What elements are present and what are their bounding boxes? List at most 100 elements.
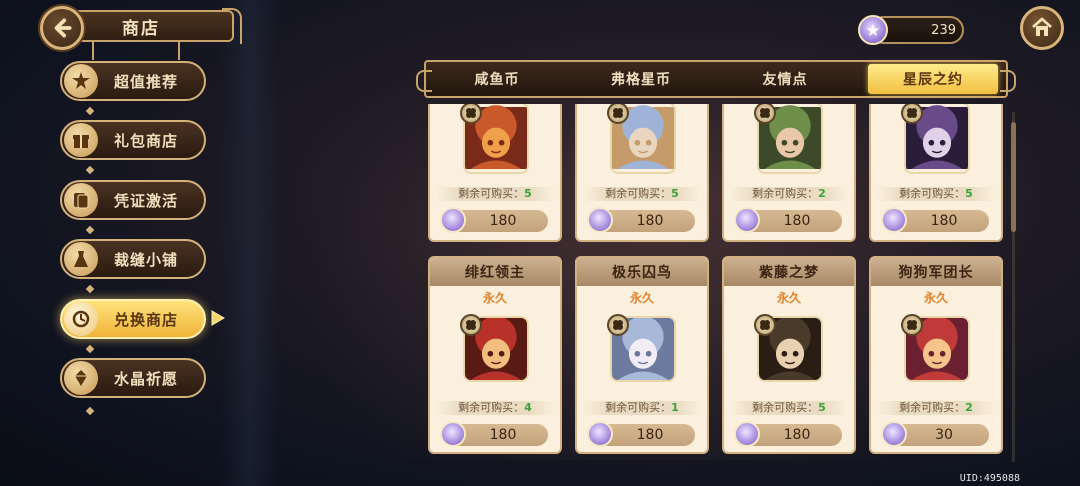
clover-icon xyxy=(613,108,623,118)
item-duration: 永久 xyxy=(776,291,801,305)
nav-item-6[interactable]: 水晶祈愿 xyxy=(60,358,206,398)
price-value: 180 xyxy=(783,427,811,443)
star-coin-icon xyxy=(587,207,613,233)
price-value: 180 xyxy=(489,427,517,443)
nav-item-2[interactable]: 礼包商店 xyxy=(60,120,206,160)
scrollbar-thumb[interactable] xyxy=(1011,122,1016,232)
item-name: 狗狗军团长 xyxy=(871,258,1001,286)
price-button[interactable]: 180 xyxy=(734,207,842,233)
price-button[interactable]: 180 xyxy=(734,421,842,447)
exchange-icon xyxy=(64,302,98,336)
remaining-count: 剩余可购买：5 xyxy=(730,401,848,415)
nav-item-label: 兑换商店 xyxy=(114,310,179,329)
star-coin-icon xyxy=(858,15,888,45)
star-burst-icon xyxy=(64,64,98,98)
item-duration: 永久 xyxy=(482,291,507,305)
clover-icon xyxy=(466,320,476,330)
nav-item-label: 水晶祈愿 xyxy=(114,369,179,388)
price-value: 180 xyxy=(783,213,811,229)
page-title: 商店 xyxy=(122,18,160,39)
remaining-count: 剩余可购买：5 xyxy=(583,187,701,201)
gift-box-icon xyxy=(64,123,98,157)
price-value: 180 xyxy=(636,427,664,443)
page-title-plate: 商店 xyxy=(74,10,234,42)
divider-diamond xyxy=(85,165,95,175)
price-button[interactable]: 30 xyxy=(881,421,989,447)
arrow-left-icon xyxy=(54,18,72,38)
clover-icon xyxy=(613,320,623,330)
star-coin-icon xyxy=(587,421,613,447)
price-button[interactable]: 180 xyxy=(587,207,695,233)
remaining-count: 剩余可购买：2 xyxy=(730,187,848,201)
price-button[interactable]: 180 xyxy=(587,421,695,447)
nav-item-label: 凭证激活 xyxy=(114,191,179,210)
item-name: 紫藤之梦 xyxy=(724,258,854,286)
rarity-badge xyxy=(460,314,482,336)
crystal-icon xyxy=(64,361,98,395)
shop-item-card[interactable]: 剩余可购买：5 180 xyxy=(428,104,562,242)
clover-icon xyxy=(907,108,917,118)
tab-3[interactable]: 友情点 xyxy=(720,64,850,94)
shop-item-card[interactable]: 剩余可购买：2 180 xyxy=(722,104,856,242)
divider-diamond xyxy=(85,406,95,416)
chain-ornament xyxy=(92,40,94,60)
remaining-count: 剩余可购买：2 xyxy=(877,401,995,415)
shop-item-card[interactable]: 狗狗军团长永久剩余可购买：2 30 xyxy=(869,256,1003,454)
price-value: 30 xyxy=(935,427,953,443)
price-value: 180 xyxy=(636,213,664,229)
star-coin-icon xyxy=(440,421,466,447)
divider-diamond xyxy=(85,344,95,354)
price-value: 180 xyxy=(930,213,958,229)
price-button[interactable]: 180 xyxy=(440,207,548,233)
nav-item-label: 礼包商店 xyxy=(114,131,179,150)
remaining-count: 剩余可购买：1 xyxy=(583,401,701,415)
nav-item-label: 裁缝小铺 xyxy=(114,250,179,269)
shop-item-card[interactable]: 剩余可购买：5 180 xyxy=(575,104,709,242)
shop-item-card[interactable]: 紫藤之梦永久剩余可购买：5 180 xyxy=(722,256,856,454)
divider-diamond xyxy=(85,106,95,116)
nav-item-1[interactable]: 超值推荐 xyxy=(60,61,206,101)
back-button[interactable] xyxy=(40,6,84,50)
remaining-count: 剩余可购买：5 xyxy=(877,187,995,201)
clover-icon xyxy=(760,108,770,118)
item-name: 极乐囚鸟 xyxy=(577,258,707,286)
tab-1[interactable]: 咸鱼币 xyxy=(432,64,562,94)
rarity-badge xyxy=(754,314,776,336)
tab-4[interactable]: 星辰之约 xyxy=(868,64,998,94)
card-icon xyxy=(64,183,98,217)
chain-ornament xyxy=(178,40,180,60)
nav-item-3[interactable]: 凭证激活 xyxy=(60,180,206,220)
divider-diamond xyxy=(85,284,95,294)
star-coin-icon xyxy=(881,207,907,233)
tab-2[interactable]: 弗格星币 xyxy=(576,64,706,94)
price-button[interactable]: 180 xyxy=(881,207,989,233)
shop-item-card[interactable]: 绯红领主 永久 剩余可购买：4 180 xyxy=(428,256,562,454)
divider-diamond xyxy=(85,225,95,235)
user-id: UID:495088 xyxy=(959,473,1020,484)
star-coin-icon xyxy=(881,421,907,447)
shop-item-card[interactable]: 剩余可购买：5 180 xyxy=(869,104,1003,242)
item-duration: 永久 xyxy=(923,291,948,305)
item-duration: 永久 xyxy=(629,291,654,305)
home-button[interactable] xyxy=(1020,6,1064,50)
rarity-badge xyxy=(901,314,923,336)
nav-item-5[interactable]: 兑换商店 xyxy=(60,299,206,339)
currency-amount: 239 xyxy=(931,22,956,38)
star-coin-icon xyxy=(440,207,466,233)
background-pillar xyxy=(220,0,280,486)
dress-icon xyxy=(64,242,98,276)
home-icon xyxy=(1032,17,1052,36)
clover-icon xyxy=(466,108,476,118)
rarity-badge xyxy=(607,314,629,336)
remaining-count: 剩余可购买：4 xyxy=(436,401,554,415)
shop-item-card[interactable]: 极乐囚鸟永久剩余可购买：1 180 xyxy=(575,256,709,454)
clover-icon xyxy=(907,320,917,330)
remaining-count: 剩余可购买：5 xyxy=(436,187,554,201)
active-pointer-icon xyxy=(211,310,225,326)
star-coin-icon xyxy=(734,207,760,233)
price-button[interactable]: 180 xyxy=(440,421,548,447)
star-coin-icon xyxy=(734,421,760,447)
clover-icon xyxy=(760,320,770,330)
nav-item-4[interactable]: 裁缝小铺 xyxy=(60,239,206,279)
nav-item-label: 超值推荐 xyxy=(114,72,179,91)
